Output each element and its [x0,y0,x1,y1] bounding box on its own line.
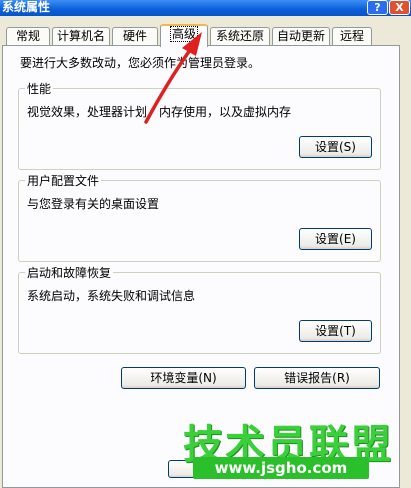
help-button[interactable]: ? [367,0,388,15]
startup-recovery-group: 启动和故障恢复 系统启动，系统失败和调试信息 设置(T) [18,264,381,354]
performance-group: 性能 视觉效果，处理器计划，内存使用，以及虚拟内存 设置(S) [18,80,381,170]
performance-settings-button[interactable]: 设置(S) [299,136,372,158]
tab-computer-name[interactable]: 计算机名 [52,27,110,46]
tab-system-restore[interactable]: 系统还原 [210,27,270,46]
environment-variables-button[interactable]: 环境变量(N) [121,367,246,389]
user-profiles-settings-button[interactable]: 设置(E) [299,228,372,250]
performance-title: 性能 [25,80,54,97]
startup-recovery-description: 系统启动，系统失败和调试信息 [27,289,196,303]
admin-notice: 要进行大多数改动，您必须作为管理员登录。 [20,56,261,70]
startup-recovery-title: 启动和故障恢复 [25,264,114,281]
tab-remote[interactable]: 远程 [332,27,372,46]
tab-hardware[interactable]: 硬件 [112,27,158,46]
performance-description: 视觉效果，处理器计划，内存使用，以及虚拟内存 [27,105,292,119]
tab-automatic-updates[interactable]: 自动更新 [272,27,330,46]
user-profiles-title: 用户配置文件 [25,172,102,189]
user-profiles-description: 与您登录有关的桌面设置 [27,197,160,211]
close-button[interactable]: X [389,0,410,15]
title-bar: 系统属性 ? X [0,0,411,16]
user-profiles-group: 用户配置文件 与您登录有关的桌面设置 设置(E) [18,172,381,262]
startup-recovery-settings-button[interactable]: 设置(T) [299,320,372,342]
tab-advanced[interactable]: 高级 [160,24,208,47]
tab-general[interactable]: 常规 [6,27,50,46]
error-reporting-button[interactable]: 错误报告(R) [254,367,380,389]
watermark-url: www.jsgho.com [193,457,369,479]
window-title: 系统属性 [2,0,51,14]
tab-strip: 常规 计算机名 硬件 高级 系统还原 自动更新 远程 [0,24,411,47]
